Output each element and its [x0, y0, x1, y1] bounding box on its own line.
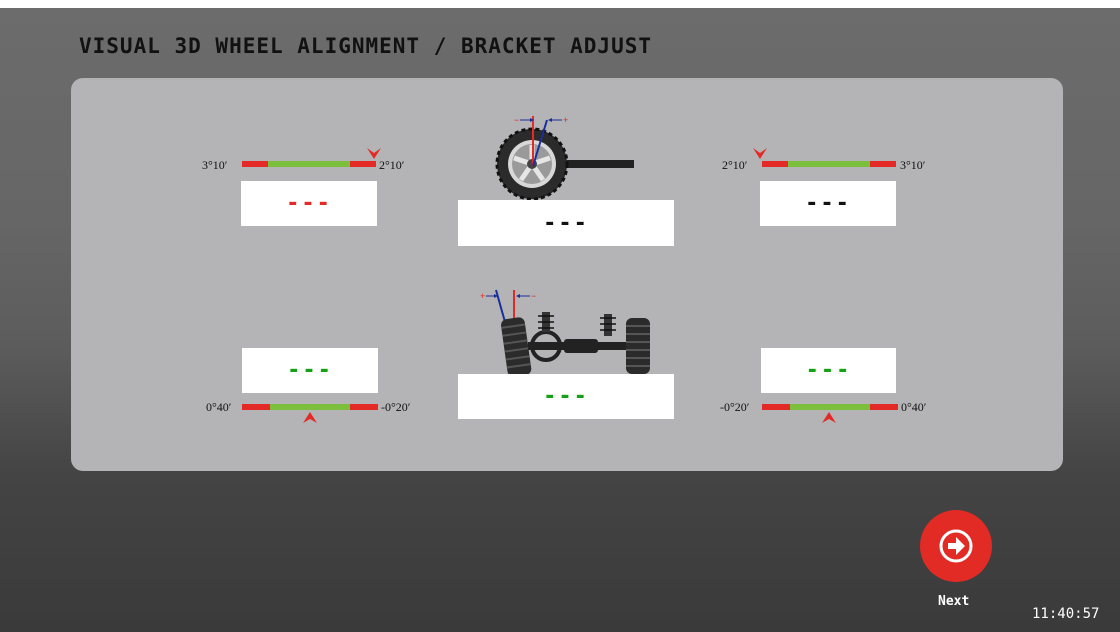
camber-left-marker-icon	[303, 412, 317, 423]
caster-right-gauge	[762, 161, 896, 167]
caster-left-readout: ---	[241, 181, 377, 226]
camber-left-gauge	[242, 404, 378, 410]
caster-left-marker-icon	[367, 148, 381, 159]
caster-right-max-label: 3°10′	[900, 158, 926, 172]
caster-left-max-label: 2°10′	[379, 158, 405, 172]
caster-right-marker-icon	[753, 148, 767, 159]
camber-minus-sign: −	[531, 291, 536, 301]
arrow-right-circle-icon	[939, 529, 973, 563]
camber-left-min-label: 0°40′	[206, 400, 232, 414]
caster-minus-sign: −	[514, 115, 519, 125]
page-title: VISUAL 3D WHEEL ALIGNMENT / BRACKET ADJU…	[79, 34, 653, 58]
camber-right-gauge	[762, 404, 898, 410]
caster-right-readout: ---	[760, 181, 896, 226]
camber-plus-sign: +	[480, 291, 485, 301]
next-button[interactable]	[920, 510, 992, 582]
camber-right-max-label: 0°40′	[901, 400, 927, 414]
caster-center-readout: ---	[458, 200, 674, 246]
clock: 11:40:57	[1032, 606, 1100, 622]
caster-left-min-label: 3°10′	[202, 158, 228, 172]
camber-right-min-label: -0°20′	[720, 400, 750, 414]
camber-right-readout: ---	[761, 348, 896, 393]
caster-left-gauge	[242, 161, 376, 167]
camber-center-readout: ---	[458, 374, 674, 419]
camber-right-marker-icon	[822, 412, 836, 423]
camber-axle-illustration: + −	[480, 289, 650, 377]
caster-wheel-illustration: − +	[495, 115, 634, 200]
camber-left-readout: ---	[242, 348, 378, 393]
top-strip	[0, 0, 1120, 8]
caster-plus-sign: +	[563, 115, 568, 125]
caster-right-min-label: 2°10′	[722, 158, 748, 172]
camber-left-max-label: -0°20′	[381, 400, 411, 414]
next-button-label[interactable]: Next	[938, 594, 969, 609]
